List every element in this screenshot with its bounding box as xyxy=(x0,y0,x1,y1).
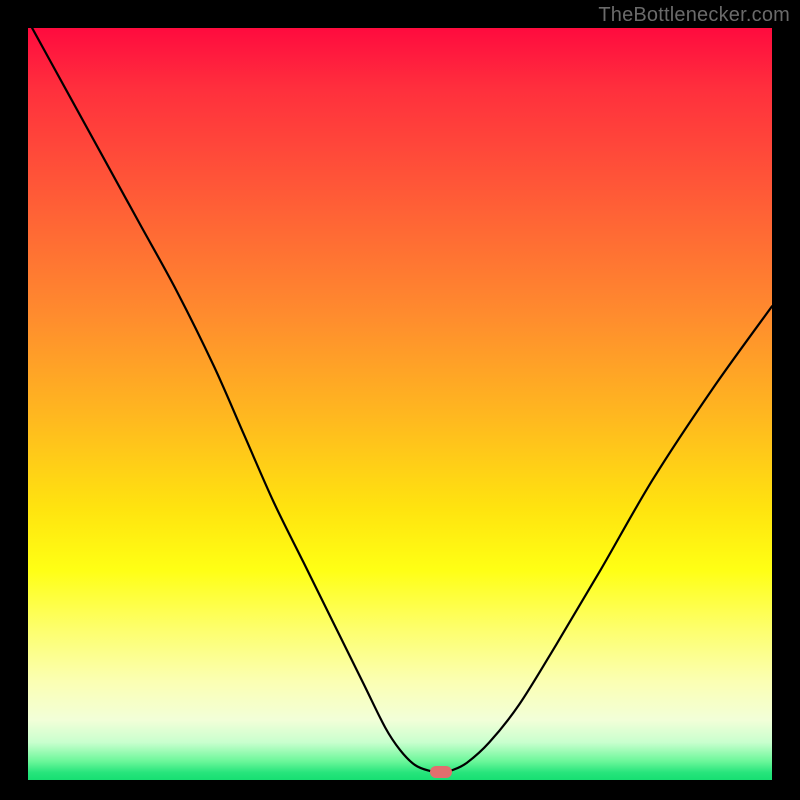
optimal-point-marker xyxy=(430,766,452,778)
plot-area xyxy=(28,28,772,780)
bottleneck-curve xyxy=(28,28,772,780)
chart-stage: TheBottlenecker.com xyxy=(0,0,800,800)
watermark-text: TheBottlenecker.com xyxy=(598,4,790,27)
